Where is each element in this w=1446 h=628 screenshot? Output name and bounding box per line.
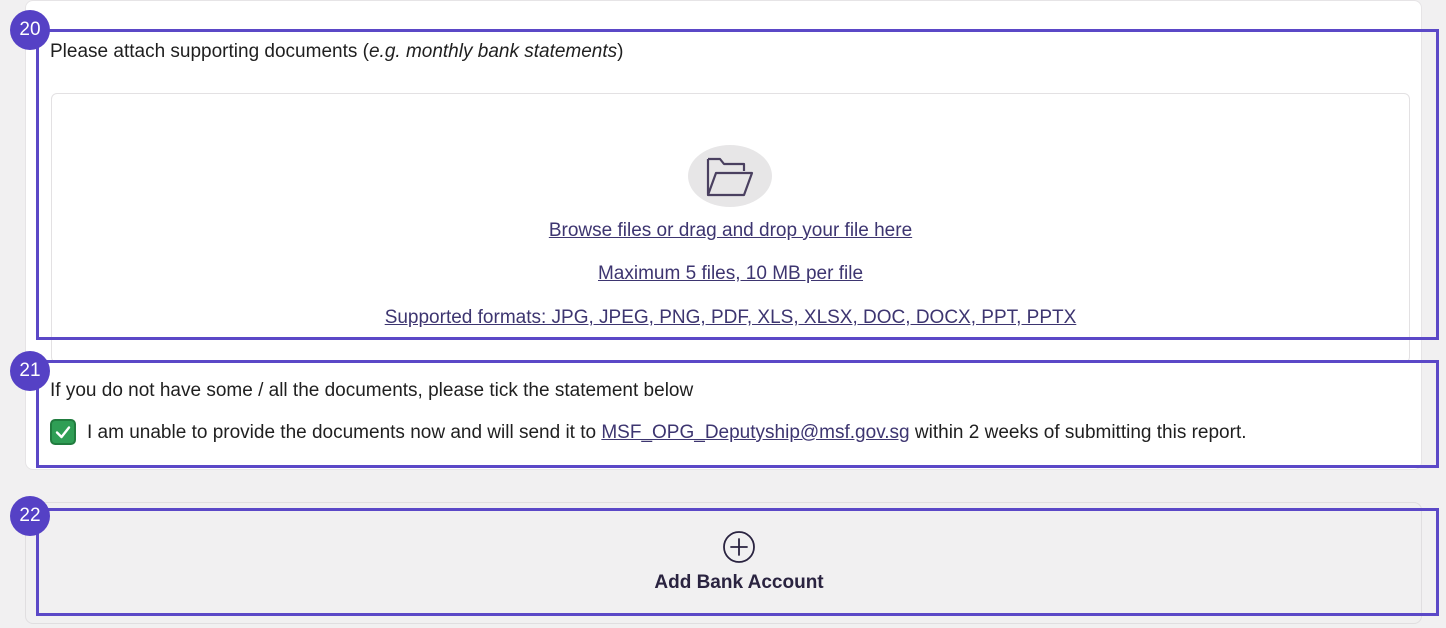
annotation-badge-22: 22 — [10, 496, 50, 536]
annotation-box-21 — [36, 360, 1439, 468]
annotation-box-22 — [36, 508, 1439, 616]
annotation-badge-20: 20 — [10, 10, 50, 50]
annotation-box-20 — [36, 29, 1439, 340]
annotation-badge-21: 21 — [10, 351, 50, 391]
